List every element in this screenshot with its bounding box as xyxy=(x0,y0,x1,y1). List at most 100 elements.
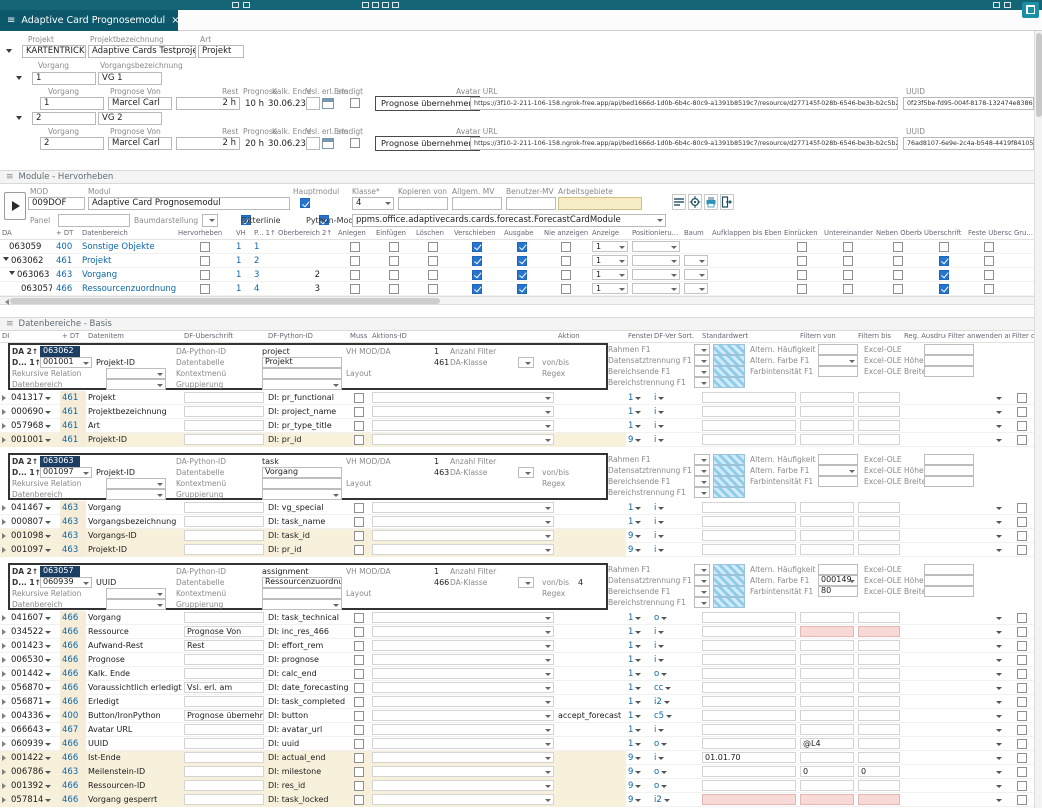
filter-deak-checkbox[interactable] xyxy=(1017,725,1027,735)
prognose-uebernehmen-button[interactable]: Prognose übernehmen xyxy=(375,136,480,151)
filter-deak-checkbox[interactable] xyxy=(1017,739,1027,749)
df-verh-value[interactable]: i xyxy=(654,545,656,555)
dropdown-arrow-icon[interactable] xyxy=(996,645,1002,651)
standardwert-cell[interactable] xyxy=(702,654,796,665)
fenster-value[interactable]: 1 xyxy=(628,739,633,749)
expand-chevron-icon[interactable] xyxy=(2,699,9,705)
column-header[interactable]: Anlegen xyxy=(336,229,374,239)
di-value[interactable]: 001097 xyxy=(11,545,43,555)
df-ueberschrift-cell[interactable] xyxy=(184,392,264,403)
data-item-row[interactable]: 066643467Avatar URLDI: avatar_url1i xyxy=(0,723,1034,737)
df-ueberschrift-cell[interactable]: Prognose Von xyxy=(184,626,264,637)
column-header[interactable]: P... 1↑ xyxy=(252,229,276,239)
neben-oberbereich-checkbox[interactable] xyxy=(893,256,903,266)
section-menu-icon[interactable]: ≡ xyxy=(6,319,14,329)
calendar-icon[interactable] xyxy=(322,98,334,109)
filter-deak-checkbox[interactable] xyxy=(1017,503,1027,513)
anzeige-dropdown[interactable]: 1 xyxy=(592,255,628,266)
dropdown-arrow-icon[interactable] xyxy=(658,729,664,735)
filtern-bis-cell[interactable] xyxy=(858,530,900,541)
datenbereich-row[interactable]: 063062461Projekt121 xyxy=(0,254,1034,268)
dropdown-arrow-icon[interactable] xyxy=(635,673,641,679)
frame-option-dropdown[interactable] xyxy=(694,575,710,586)
positionierung-dropdown[interactable] xyxy=(632,269,680,280)
einfuegen-checkbox[interactable] xyxy=(389,284,399,294)
filtern-von-cell[interactable] xyxy=(800,794,854,805)
baum-dropdown[interactable] xyxy=(684,269,708,280)
column-header[interactable]: Untereinander xyxy=(822,229,874,239)
df-verh-value[interactable]: i xyxy=(654,517,656,527)
column-header[interactable]: Datenitem xyxy=(86,332,182,342)
da-python-id-value[interactable]: project xyxy=(262,347,290,356)
hauptmodul-checkbox[interactable] xyxy=(300,198,310,208)
standardwert-cell[interactable] xyxy=(702,516,796,527)
klasse-dropdown[interactable]: 4 xyxy=(352,197,394,210)
dropdown-arrow-icon[interactable] xyxy=(635,743,641,749)
dt-value[interactable]: 461 xyxy=(62,435,78,445)
di-value[interactable]: 006530 xyxy=(11,655,43,665)
neben-oberbereich-checkbox[interactable] xyxy=(893,284,903,294)
dt-value[interactable]: 463 xyxy=(62,545,78,555)
dropdown-arrow-icon[interactable] xyxy=(996,397,1002,403)
df-verh-value[interactable]: i2 xyxy=(654,697,662,707)
frame-option-dropdown[interactable] xyxy=(694,377,710,388)
untereinander-checkbox[interactable] xyxy=(843,284,853,294)
dropdown-arrow-icon[interactable] xyxy=(45,521,51,527)
dt-col[interactable]: 461 xyxy=(54,254,80,268)
di-value[interactable]: 066643 xyxy=(11,725,43,735)
vertical-scrollbar[interactable] xyxy=(1034,31,1042,808)
dt-value[interactable]: 463 xyxy=(62,531,78,541)
expand-chevron-icon[interactable] xyxy=(2,657,9,663)
ueberschrift-checkbox[interactable] xyxy=(939,256,949,266)
expand-chevron-icon[interactable] xyxy=(2,671,9,677)
data-item-row[interactable]: 001422466Ist-EndeDI: actual_end9i01.01.7… xyxy=(0,751,1034,765)
alt-option-cell[interactable] xyxy=(818,454,858,465)
dropdown-arrow-icon[interactable] xyxy=(635,645,641,651)
dt-col[interactable]: 463 xyxy=(54,268,80,282)
aktions-id-cell[interactable] xyxy=(372,406,554,417)
run-module-button[interactable] xyxy=(4,192,26,220)
baum-dropdown[interactable] xyxy=(684,283,708,294)
loeschen-checkbox[interactable] xyxy=(428,256,438,266)
expand-chevron-icon[interactable] xyxy=(2,783,9,789)
column-header[interactable]: Anzeige xyxy=(590,229,630,239)
einruecken-checkbox[interactable] xyxy=(797,270,807,280)
expand-chevron-icon[interactable] xyxy=(9,271,15,278)
filtern-bis-cell[interactable] xyxy=(858,724,900,735)
dropdown-arrow-icon[interactable] xyxy=(664,799,670,805)
fenster-value[interactable]: 1 xyxy=(628,697,633,707)
filtern-bis-cell[interactable] xyxy=(858,696,900,707)
fenster-value[interactable]: 9 xyxy=(628,545,633,555)
dt-value[interactable]: 400 xyxy=(62,711,78,721)
project-id-cell[interactable]: KARTENTRICKS xyxy=(22,45,86,58)
standardwert-cell[interactable] xyxy=(702,738,796,749)
filtern-bis-cell[interactable] xyxy=(858,640,900,651)
anlegen-checkbox[interactable] xyxy=(350,242,360,252)
dropdown-arrow-icon[interactable] xyxy=(658,411,664,417)
positionierung-dropdown[interactable] xyxy=(632,283,680,294)
einfuegen-checkbox[interactable] xyxy=(389,256,399,266)
task-vorgang-cell[interactable]: 2 xyxy=(40,137,104,150)
ausgabe-checkbox[interactable] xyxy=(517,270,527,280)
standardwert-cell[interactable] xyxy=(702,530,796,541)
filtern-bis-cell[interactable]: 0 xyxy=(858,766,900,777)
dropdown-arrow-icon[interactable] xyxy=(996,535,1002,541)
filtern-von-cell[interactable] xyxy=(800,640,854,651)
alt-option-cell[interactable] xyxy=(818,476,858,487)
fenster-value[interactable]: 1 xyxy=(628,711,633,721)
neben-oberbereich-checkbox[interactable] xyxy=(893,242,903,252)
untereinander-checkbox[interactable] xyxy=(843,256,853,266)
muss-checkbox[interactable] xyxy=(354,627,364,637)
toolbar-menu-icon[interactable] xyxy=(232,2,239,8)
rekursive-relation-dropdown[interactable] xyxy=(106,478,166,489)
toolbar-layout-icon[interactable] xyxy=(382,2,389,8)
df-ueberschrift-cell[interactable] xyxy=(184,502,264,513)
dropdown-arrow-icon[interactable] xyxy=(635,687,641,693)
dropdown-arrow-icon[interactable] xyxy=(661,785,667,791)
erledigt-checkbox[interactable] xyxy=(350,138,360,148)
da-klasse-dropdown[interactable] xyxy=(518,467,534,478)
dropdown-arrow-icon[interactable] xyxy=(635,799,641,805)
frame-option-dropdown[interactable] xyxy=(694,564,710,575)
dropdown-arrow-icon[interactable] xyxy=(658,397,664,403)
data-item-row[interactable]: 056870466Voraussichtlich erledigt amVsl.… xyxy=(0,681,1034,695)
